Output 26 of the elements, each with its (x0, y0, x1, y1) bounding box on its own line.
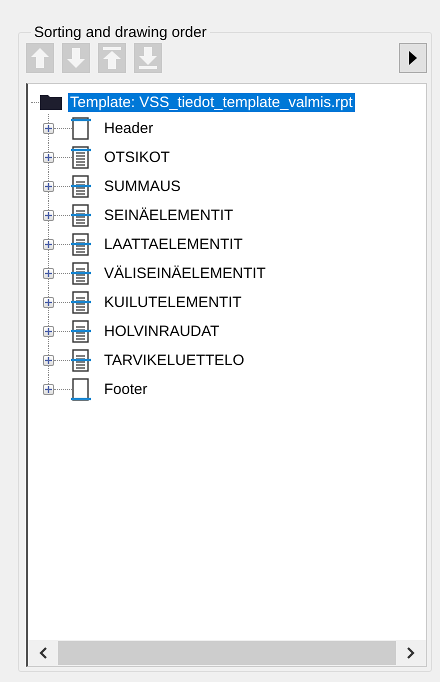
tree-item[interactable]: HOLVINRAUDAT (102, 322, 222, 341)
expand-icon[interactable] (43, 355, 54, 366)
tree-item[interactable]: SEINÄELEMENTIT (102, 206, 236, 225)
group-title: Sorting and drawing order (33, 24, 208, 41)
expand-icon[interactable] (43, 239, 54, 250)
expand-icon[interactable] (43, 123, 54, 134)
tree-item[interactable]: LAATTAELEMENTIT (102, 235, 245, 254)
tree-item[interactable]: Template: VSS_tiedot_template_valmis.rpt (68, 92, 355, 112)
expand-icon[interactable] (43, 297, 54, 308)
tree-item[interactable]: Footer (102, 380, 150, 399)
expand-icon[interactable] (43, 210, 54, 221)
tree-item[interactable]: OTSIKOT (102, 148, 172, 167)
tree-item[interactable]: Header (102, 119, 156, 138)
tree-item[interactable]: TARVIKELUETTELO (102, 351, 246, 370)
run-button[interactable] (399, 43, 427, 73)
expand-icon[interactable] (43, 326, 54, 337)
expand-icon[interactable] (43, 181, 54, 192)
tree-item[interactable]: KUILUTELEMENTIT (102, 293, 244, 312)
expand-icon[interactable] (43, 384, 54, 395)
play-icon (408, 51, 418, 65)
tree-item[interactable]: SUMMAUS (102, 177, 183, 196)
scroll-thumb[interactable] (58, 641, 396, 665)
expand-icon[interactable] (43, 268, 54, 279)
expand-icon[interactable] (43, 152, 54, 163)
horizontal-scrollbar[interactable] (28, 640, 426, 666)
tree-item[interactable]: VÄLISEINÄELEMENTIT (102, 264, 268, 283)
